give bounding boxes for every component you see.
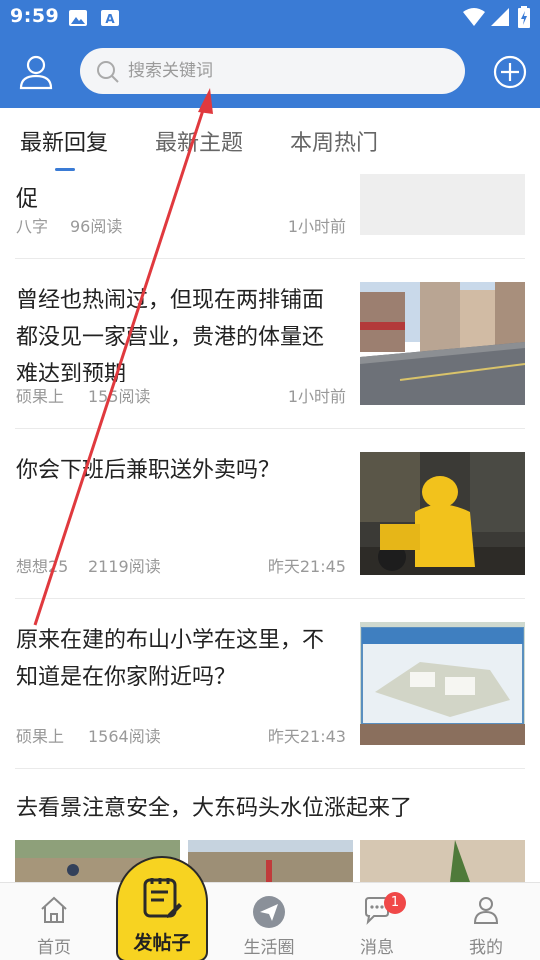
item-time: 1小时前	[287, 387, 346, 406]
status-bar: 9:59 A	[0, 0, 540, 36]
notification-badge: 1	[384, 892, 406, 914]
street-photo	[360, 282, 525, 405]
delivery-rider-photo	[360, 452, 525, 575]
item-time: 昨天21:45	[267, 557, 346, 576]
tab-latest-topics[interactable]: 最新主题	[155, 125, 243, 157]
tab-weekly-hot[interactable]: 本周热门	[290, 125, 378, 157]
paper-plane-icon	[252, 895, 286, 933]
status-time: 9:59	[10, 5, 60, 27]
nav-label: 消息	[360, 938, 394, 958]
nav-label: 首页	[37, 938, 71, 958]
item-title: 原来在建的布山小学在这里，不知道是在你家附近吗？	[16, 628, 325, 690]
list-item[interactable]: 去看景注意安全，大东码头水位涨起来了	[0, 790, 540, 882]
svg-text:A: A	[105, 12, 115, 26]
battery-icon	[518, 6, 530, 32]
app-store-icon: A	[100, 9, 120, 31]
list-item[interactable]: 你会下班后兼职送外卖吗？ 想想25 2119阅读 昨天21:45	[0, 452, 540, 592]
item-title: 你会下班后兼职送外卖吗？	[16, 458, 281, 483]
item-reads: 2119阅读	[88, 557, 161, 576]
flood-photo-2	[188, 840, 353, 882]
nav-messages[interactable]: 消息	[327, 883, 427, 960]
tab-latest-replies[interactable]: 最新回复	[20, 125, 108, 157]
plus-circle-icon[interactable]	[490, 52, 530, 92]
item-title: 去看景注意安全，大东码头水位涨起来了	[16, 796, 413, 821]
item-reads: 96阅读	[70, 217, 123, 236]
home-icon	[39, 895, 69, 929]
nav-label: 我的	[469, 938, 503, 958]
item-reads: 1564阅读	[88, 727, 161, 746]
nav-label: 生活圈	[243, 938, 295, 958]
item-title: 那个年号已经被...，看家里是可 促	[16, 174, 323, 212]
app-header	[0, 36, 540, 108]
search-box[interactable]	[80, 48, 465, 94]
flood-photo-3	[360, 840, 525, 882]
divider	[15, 428, 525, 429]
item-author: 想想25	[16, 557, 69, 576]
item-author: 硕果上	[16, 727, 65, 746]
item-thumbnail	[360, 174, 525, 235]
item-author: 硕果上	[16, 387, 65, 406]
divider	[15, 258, 525, 259]
profile-icon	[471, 895, 501, 929]
nav-mine[interactable]: 我的	[436, 883, 536, 960]
item-author: 八字	[16, 217, 49, 236]
item-time: 昨天21:43	[267, 727, 346, 746]
image-icon	[68, 9, 88, 31]
item-time: 1小时前	[287, 217, 346, 236]
post-button[interactable]: 发帖子	[116, 856, 208, 960]
feed-list: 那个年号已经被...，看家里是可 促 八字 96阅读 1小时前 曾经也热闹过，但…	[0, 174, 540, 882]
nav-life-circle[interactable]: 生活圈	[219, 883, 319, 960]
school-billboard-photo	[360, 622, 525, 745]
tab-bar: 最新回复 最新主题 本周热门	[0, 108, 540, 174]
list-item[interactable]: 那个年号已经被...，看家里是可 促 八字 96阅读 1小时前	[0, 174, 540, 258]
nav-home[interactable]: 首页	[4, 883, 104, 960]
item-reads: 155阅读	[88, 387, 151, 406]
wifi-icon	[462, 7, 486, 31]
list-item[interactable]: 原来在建的布山小学在这里，不知道是在你家附近吗？ 硕果上 1564阅读 昨天21…	[0, 622, 540, 762]
list-item[interactable]: 曾经也热闹过，但现在两排铺面都没见一家营业，贵港的体量还难达到预期 硕果上 15…	[0, 282, 540, 422]
search-icon	[96, 60, 120, 88]
compose-icon	[142, 876, 182, 924]
search-input[interactable]	[128, 48, 448, 94]
bottom-nav: 首页 生活圈 消息 我的	[0, 882, 540, 960]
user-icon[interactable]	[16, 52, 56, 92]
signal-icon	[490, 7, 510, 31]
item-title: 曾经也热闹过，但现在两排铺面都没见一家营业，贵港的体量还难达到预期	[16, 288, 325, 382]
divider	[15, 768, 525, 769]
post-button-label: 发帖子	[133, 932, 191, 954]
divider	[15, 598, 525, 599]
active-tab-indicator	[55, 168, 75, 171]
